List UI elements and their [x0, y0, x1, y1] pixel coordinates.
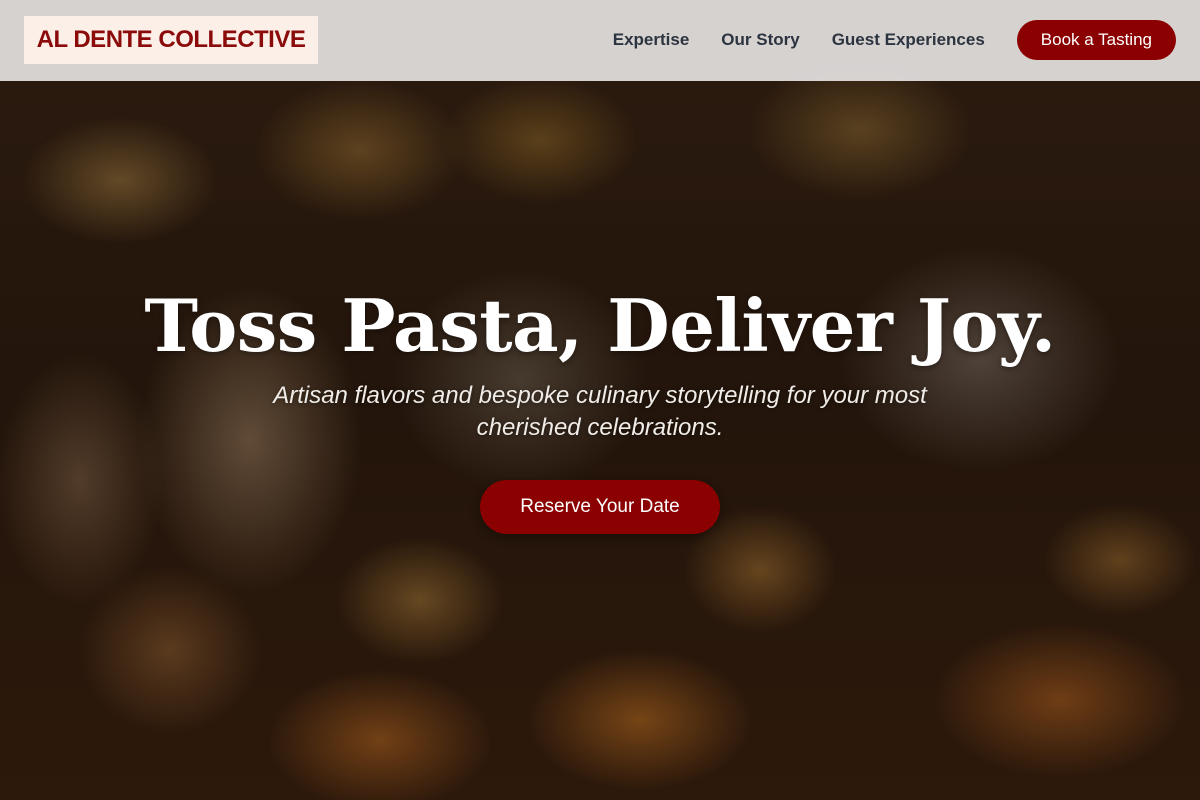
site-header: AL DENTE COLLECTIVE Expertise Our Story … — [0, 0, 1200, 81]
brand-logo-text: AL DENTE COLLECTIVE — [36, 26, 306, 53]
nav-link-our-story[interactable]: Our Story — [721, 30, 799, 50]
brand-logo[interactable]: AL DENTE COLLECTIVE — [24, 16, 318, 64]
reserve-date-button[interactable]: Reserve Your Date — [480, 480, 720, 534]
nav-link-expertise[interactable]: Expertise — [613, 30, 690, 50]
nav-link-guest-experiences[interactable]: Guest Experiences — [832, 30, 985, 50]
hero-section: Toss Pasta, Deliver Joy. Artisan flavors… — [0, 280, 1200, 534]
hero-title: Toss Pasta, Deliver Joy. — [144, 283, 1056, 368]
main-nav: Expertise Our Story Guest Experiences Bo… — [613, 0, 1176, 79]
book-tasting-button[interactable]: Book a Tasting — [1016, 19, 1176, 60]
landing-page: AL DENTE COLLECTIVE Expertise Our Story … — [0, 0, 1200, 800]
hero-subtitle: Artisan flavors and bespoke culinary sto… — [273, 382, 927, 441]
